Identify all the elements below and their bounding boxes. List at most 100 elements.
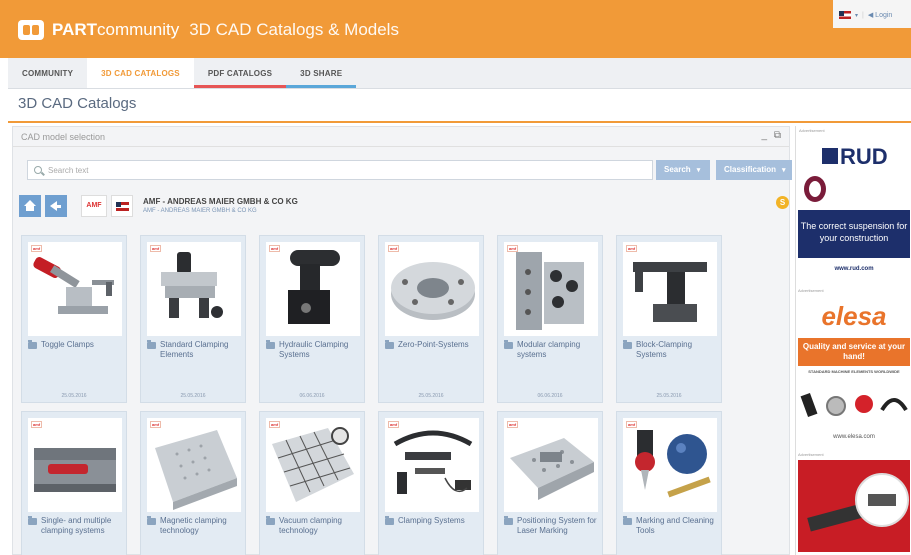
catalog-card-modular-clamping-systems[interactable]: amf Modular clamping systems 06.06.2016 bbox=[497, 235, 603, 403]
rud-url[interactable]: www.rud.com bbox=[798, 262, 910, 276]
cad-model-selection-panel: CAD model selection _ ⧉ Search text Sear… bbox=[12, 126, 792, 555]
elesa-logo[interactable]: elesa bbox=[798, 296, 910, 336]
hydraulic-clamping-image bbox=[288, 250, 340, 324]
card-label: Vacuum clamping technology bbox=[279, 516, 342, 535]
partcommunity-logo[interactable]: PART community 3D CAD Catalogs & Models bbox=[18, 20, 399, 40]
brand-light: community bbox=[97, 20, 180, 39]
brand-bold: PART bbox=[52, 20, 98, 39]
red-clamp-ad[interactable] bbox=[798, 460, 910, 552]
toggle-clamp-ad-image bbox=[798, 460, 910, 552]
tab-pdf-catalogs[interactable]: PDF CATALOGS bbox=[193, 58, 287, 88]
folder-icon bbox=[147, 516, 156, 525]
catalog-card-magnetic-clamping[interactable]: amf Magnetic clamping technology bbox=[140, 411, 246, 555]
card-image: amf bbox=[623, 242, 717, 336]
catalog-card-hydraulic-clamping-systems[interactable]: amf Hydraulic Clamping Systems 06.06.201… bbox=[259, 235, 365, 403]
home-button[interactable] bbox=[19, 195, 41, 217]
page-title: 3D CAD Catalogs bbox=[18, 95, 137, 112]
catalog-card-vacuum-clamping[interactable]: amf Vacuum clamping technology bbox=[259, 411, 365, 555]
folder-icon bbox=[623, 516, 632, 525]
card-image: amf bbox=[147, 242, 241, 336]
catalog-card-marking-cleaning-tools[interactable]: amf Marking and Cleaning Tools bbox=[616, 411, 722, 555]
marking-tools-image bbox=[635, 430, 711, 498]
tab-3d-share[interactable]: 3D SHARE bbox=[286, 58, 357, 88]
folder-icon bbox=[266, 340, 275, 349]
rud-tagline[interactable]: The correct suspension for your construc… bbox=[798, 210, 910, 258]
chevron-down-icon: ▾ bbox=[696, 167, 701, 174]
login-link[interactable]: ◀ Login bbox=[868, 11, 892, 19]
folder-icon bbox=[147, 340, 156, 349]
main-nav: COMMUNITY 3D CAD CATALOGS PDF CATALOGS 3… bbox=[8, 58, 911, 89]
clamping-systems-image bbox=[393, 430, 473, 494]
card-label: Single- and multiple clamping systems bbox=[41, 516, 112, 535]
tab-3d-cad-catalogs[interactable]: 3D CAD CATALOGS bbox=[87, 58, 194, 88]
classification-button[interactable]: Classification ▾ bbox=[716, 160, 792, 180]
chevron-down-icon: ▾ bbox=[782, 167, 786, 174]
folder-icon bbox=[266, 516, 275, 525]
catalog-card-single-multiple-clamping[interactable]: amf Single- and multiple clamping system… bbox=[21, 411, 127, 555]
tab-community[interactable]: COMMUNITY bbox=[8, 58, 87, 88]
elesa-products-icon bbox=[800, 392, 908, 418]
manufacturer-logo: amf bbox=[150, 245, 162, 252]
manufacturer-logo: amf bbox=[31, 421, 43, 428]
card-image: amf bbox=[147, 418, 241, 512]
search-button[interactable]: Search ▾ bbox=[656, 160, 710, 180]
card-date: 25.05.2016 bbox=[61, 393, 87, 399]
classification-button-label: Classification bbox=[724, 165, 777, 174]
card-label: Modular clamping systems bbox=[517, 340, 581, 359]
language-caret-icon[interactable]: ▾ bbox=[855, 12, 858, 19]
card-image: amf bbox=[266, 242, 360, 336]
catalog-card-standard-clamping-elements[interactable]: amf Standard Clamping Elements 25.05.201… bbox=[140, 235, 246, 403]
elesa-url[interactable]: www.elesa.com bbox=[798, 434, 910, 440]
advertisement-column: Advertisement RUD The correct suspension… bbox=[795, 126, 911, 555]
rud-logo: RUD bbox=[822, 144, 888, 170]
language-flag-icon[interactable] bbox=[839, 11, 851, 19]
company-link[interactable]: AMF - ANDREAS MAIER GMBH & CO KG bbox=[143, 208, 298, 214]
magnetic-clamping-image bbox=[155, 430, 237, 510]
catalog-card-block-clamping-systems[interactable]: amf Block-Clamping Systems 25.05.2016 bbox=[616, 235, 722, 403]
vacuum-clamping-image bbox=[272, 427, 354, 502]
card-image: amf bbox=[385, 418, 479, 512]
card-label: Hydraulic Clamping Systems bbox=[279, 340, 349, 359]
card-image: amf bbox=[504, 418, 598, 512]
manufacturer-logo: amf bbox=[626, 245, 638, 252]
card-image: amf bbox=[28, 242, 122, 336]
panel-title: CAD model selection bbox=[21, 132, 106, 142]
search-button-label: Search bbox=[664, 165, 691, 174]
catalog-badge-icon[interactable]: S bbox=[776, 196, 789, 209]
rud-logo-text: RUD bbox=[840, 144, 888, 169]
elesa-strapline: STANDARD MACHINE ELEMENTS WORLDWIDE bbox=[808, 369, 900, 374]
card-image: amf bbox=[623, 418, 717, 512]
ad-label: Advertisement bbox=[798, 288, 824, 293]
catalog-language-flag[interactable] bbox=[111, 195, 133, 217]
catalog-card-clamping-systems[interactable]: amf Clamping Systems bbox=[378, 411, 484, 555]
amf-logo[interactable]: AMF bbox=[81, 195, 107, 217]
search-icon bbox=[34, 166, 42, 174]
elesa-tagline[interactable]: Quality and service at your hand! bbox=[798, 338, 910, 366]
title-divider bbox=[8, 121, 911, 123]
manufacturer-logo: amf bbox=[507, 421, 519, 428]
folder-icon bbox=[504, 340, 513, 349]
search-bar: Search text Search ▾ Classification ▾ bbox=[27, 160, 792, 180]
home-icon bbox=[24, 200, 36, 211]
company-info: AMF - ANDREAS MAIER GMBH & CO KG AMF - A… bbox=[143, 197, 298, 214]
app-header: PART community 3D CAD Catalogs & Models bbox=[0, 0, 911, 58]
manufacturer-logo: amf bbox=[388, 245, 400, 252]
card-label: Standard Clamping Elements bbox=[160, 340, 229, 359]
card-label: Zero-Point-Systems bbox=[398, 340, 469, 349]
panel-window-controls[interactable]: _ ⧉ bbox=[762, 130, 783, 141]
elesa-product-images bbox=[798, 380, 910, 430]
catalog-card-positioning-laser-marking[interactable]: amf Positioning System for Laser Marking bbox=[497, 411, 603, 555]
back-button[interactable] bbox=[45, 195, 67, 217]
manufacturer-logo: amf bbox=[269, 245, 281, 252]
card-image: amf bbox=[385, 242, 479, 336]
search-input[interactable]: Search text bbox=[27, 160, 653, 180]
folder-icon bbox=[385, 516, 394, 525]
catalog-breadcrumb: AMF AMF - ANDREAS MAIER GMBH & CO KG AMF… bbox=[19, 195, 789, 219]
folder-icon bbox=[385, 340, 394, 349]
card-image: amf bbox=[504, 242, 598, 336]
card-image: amf bbox=[28, 418, 122, 512]
card-date: 25.05.2016 bbox=[180, 393, 206, 399]
rud-ad[interactable]: RUD bbox=[798, 134, 910, 204]
catalog-card-zero-point-systems[interactable]: amf Zero-Point-Systems 25.05.2016 bbox=[378, 235, 484, 403]
catalog-card-toggle-clamps[interactable]: amf Toggle Clamps 25.05.2016 bbox=[21, 235, 127, 403]
